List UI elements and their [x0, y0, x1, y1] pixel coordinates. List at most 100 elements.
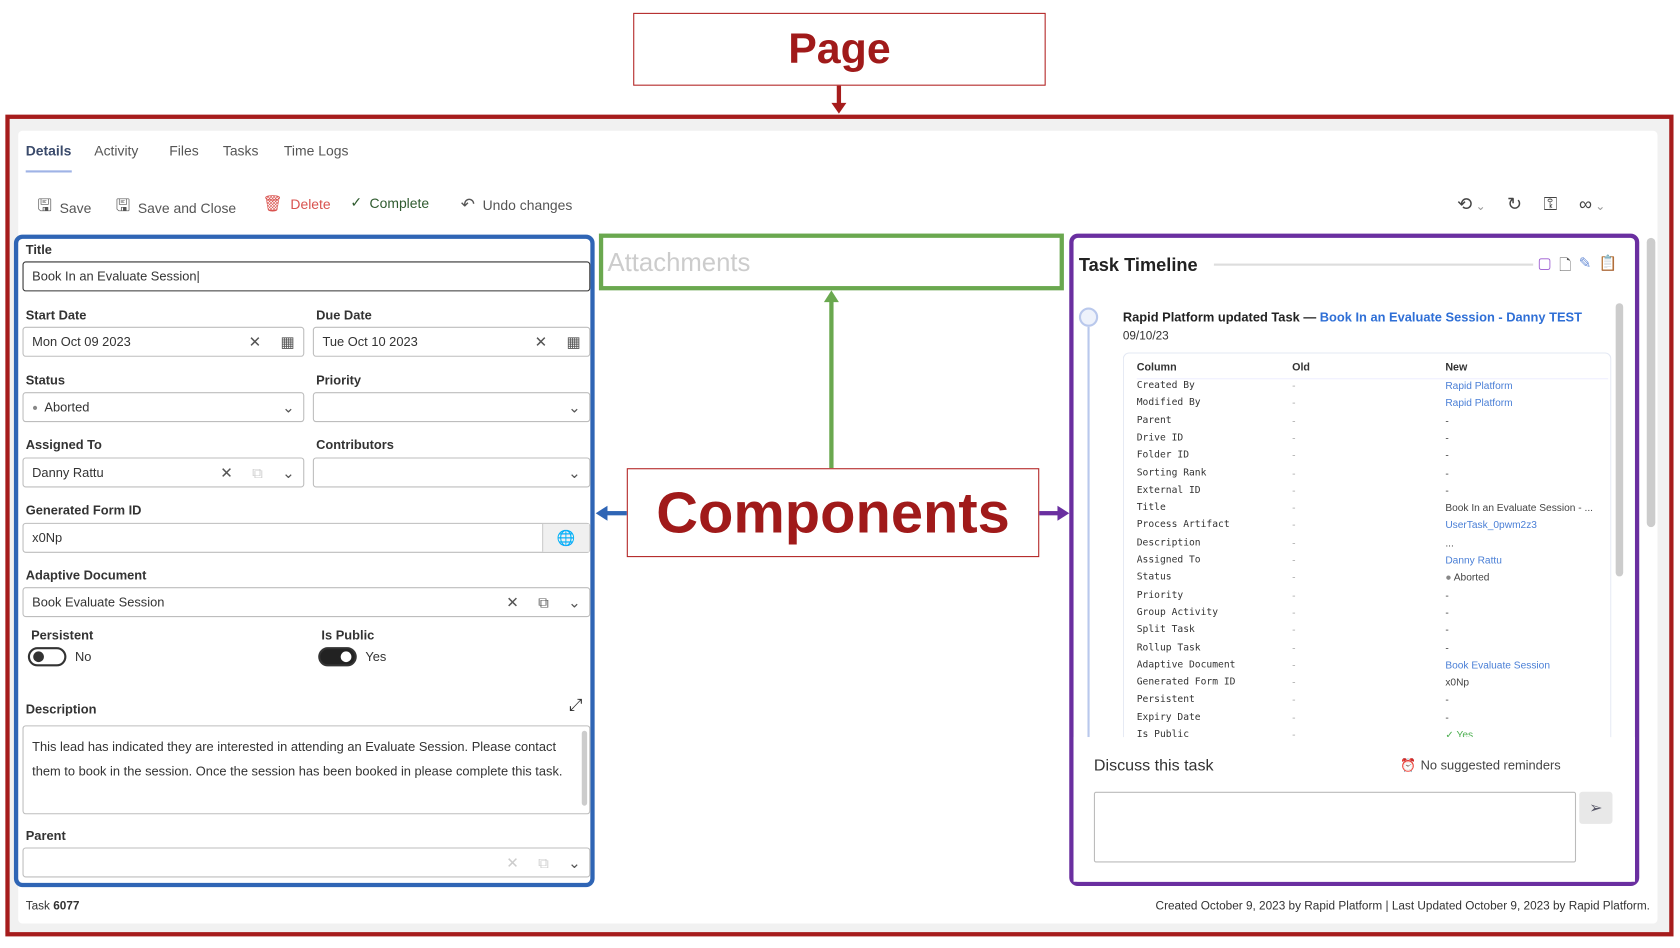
- clear-icon[interactable]: ✕: [506, 853, 519, 871]
- clear-icon[interactable]: ✕: [249, 333, 262, 351]
- adaptive-document-label: Adaptive Document: [25, 567, 147, 583]
- timeline-line: [1087, 326, 1090, 738]
- attachments-panel: Attachments: [598, 233, 1064, 291]
- task-prefix: Task: [25, 899, 50, 913]
- save-label: Save: [59, 200, 92, 217]
- adaptive-document-value: Book Evaluate Session: [32, 594, 165, 610]
- tab-files[interactable]: Files: [169, 142, 198, 158]
- attachments-arrowhead: [823, 290, 839, 303]
- components-arrowhead-left: [595, 505, 608, 521]
- persistent-label: Persistent: [31, 627, 94, 643]
- delete-button[interactable]: 🗑 Delete: [262, 194, 330, 213]
- adaptive-document-select[interactable]: Book Evaluate Session ✕ ⧉ ⌄: [22, 587, 591, 618]
- calendar-icon[interactable]: ▦: [280, 333, 294, 351]
- page-scrollbar[interactable]: [1646, 237, 1656, 528]
- refresh-icon[interactable]: ↻: [1507, 194, 1522, 215]
- check-icon: ✓: [350, 193, 363, 210]
- due-date-input[interactable]: Tue Oct 10 2023 ✕ ▦: [312, 326, 591, 357]
- due-date-label: Due Date: [316, 307, 372, 323]
- description-textarea[interactable]: This lead has indicated they are interes…: [22, 725, 591, 815]
- clear-icon[interactable]: ✕: [506, 593, 519, 611]
- history-icon[interactable]: ⟲ ⌄: [1457, 194, 1485, 215]
- components-arrow-right: [1039, 511, 1059, 516]
- status-label: Status: [25, 372, 66, 388]
- generated-form-id-value: x0Np: [32, 530, 63, 546]
- parent-label: Parent: [25, 828, 66, 844]
- chevron-down-icon[interactable]: ⌄: [282, 463, 295, 481]
- chevron-down-icon[interactable]: ⌄: [568, 853, 581, 871]
- timeline-entry-date: 09/10/23: [1122, 329, 1169, 343]
- is-public-toggle[interactable]: [318, 647, 357, 667]
- open-icon[interactable]: ⧉: [538, 853, 549, 871]
- clear-icon[interactable]: ✕: [535, 333, 548, 351]
- trash-icon: 🗑: [262, 194, 283, 214]
- save-button[interactable]: 🖫 Save: [37, 194, 91, 223]
- tab-activity[interactable]: Activity: [94, 142, 138, 158]
- status-select[interactable]: ● Aborted ⌄: [22, 392, 305, 423]
- expand-icon[interactable]: ⤢: [569, 696, 583, 715]
- reminders-text[interactable]: No suggested reminders: [1421, 757, 1561, 772]
- attachments-arrow: [829, 299, 834, 469]
- save-and-close-button[interactable]: 🖫 Save and Close: [116, 194, 236, 223]
- audit-info: Created October 9, 2023 by Rapid Platfor…: [1155, 899, 1650, 913]
- status-value: Aborted: [44, 399, 90, 415]
- timeline-divider: [1213, 263, 1534, 266]
- old-header: Old: [1292, 362, 1310, 374]
- description-scrollbar[interactable]: [581, 730, 588, 806]
- page-arrowhead: [831, 102, 847, 114]
- contributors-select[interactable]: ⌄: [312, 457, 591, 488]
- comment-input[interactable]: [1093, 791, 1577, 863]
- new-header: New: [1445, 362, 1468, 374]
- calendar-icon[interactable]: ▦: [567, 333, 581, 351]
- chevron-down-icon: ⌄: [568, 463, 581, 481]
- column-header: Column: [1136, 362, 1177, 374]
- page-annotation: Page: [633, 12, 1046, 86]
- globe-icon[interactable]: 🌐: [542, 523, 590, 552]
- tab-tasks[interactable]: Tasks: [223, 142, 259, 158]
- clipboard-icon[interactable]: 📋: [1599, 254, 1618, 280]
- chevron-down-icon[interactable]: ⌄: [568, 593, 581, 611]
- components-annotation: Components: [626, 468, 1040, 558]
- due-date-value: Tue Oct 10 2023: [322, 334, 418, 350]
- priority-select[interactable]: ⌄: [312, 392, 591, 423]
- timeline-title: Task Timeline: [1078, 254, 1198, 276]
- chevron-down-icon: ⌄: [568, 398, 581, 416]
- generated-form-id-input[interactable]: x0Np 🌐: [22, 522, 591, 553]
- complete-label: Complete: [369, 194, 430, 211]
- edit-document-icon[interactable]: ✎: [1579, 254, 1592, 280]
- components-arrow-left: [606, 511, 627, 516]
- timeline-scrollbar[interactable]: [1615, 303, 1624, 577]
- assigned-to-select[interactable]: Danny Rattu ✕ ⧉ ⌄: [22, 457, 305, 488]
- clear-icon[interactable]: ✕: [220, 463, 233, 481]
- generated-form-id-label: Generated Form ID: [25, 502, 142, 518]
- complete-button[interactable]: ✓ Complete: [350, 194, 429, 211]
- send-button[interactable]: ➢: [1579, 791, 1613, 824]
- open-icon[interactable]: ⧉: [252, 463, 263, 481]
- key-icon[interactable]: ⚿: [1544, 194, 1558, 215]
- document-icon[interactable]: 🗋: [1559, 254, 1571, 280]
- is-public-value: Yes: [365, 649, 387, 665]
- assigned-to-value: Danny Rattu: [32, 464, 104, 480]
- tab-active-underline: [25, 170, 72, 173]
- persistent-toggle[interactable]: [27, 647, 67, 667]
- persistent-value: No: [74, 649, 92, 665]
- link-icon[interactable]: ∞ ⌄: [1579, 194, 1605, 215]
- tab-details[interactable]: Details: [26, 142, 72, 158]
- parent-select[interactable]: ✕ ⧉ ⌄: [22, 847, 591, 878]
- title-value: Book In an Evaluate Session: [32, 268, 197, 284]
- alarm-clock-icon: ⏰: [1400, 757, 1417, 773]
- title-input[interactable]: Book In an Evaluate Session |: [22, 261, 591, 292]
- note-icon[interactable]: ▢: [1537, 254, 1551, 280]
- components-arrowhead-right: [1057, 505, 1070, 521]
- timeline-changes-table: [1122, 352, 1612, 739]
- undo-changes-button[interactable]: ↶ Undo changes: [461, 194, 573, 215]
- start-date-input[interactable]: Mon Oct 09 2023 ✕ ▦: [22, 326, 305, 357]
- undo-icon: ↶: [460, 196, 476, 215]
- description-label: Description: [25, 701, 97, 717]
- is-public-label: Is Public: [321, 627, 375, 643]
- open-icon[interactable]: ⧉: [538, 593, 549, 611]
- tab-time-logs[interactable]: Time Logs: [284, 142, 349, 158]
- priority-label: Priority: [316, 372, 362, 388]
- timeline-node-icon: [1078, 307, 1099, 327]
- timeline-entry-link[interactable]: Book In an Evaluate Session - Danny TEST: [1320, 310, 1582, 325]
